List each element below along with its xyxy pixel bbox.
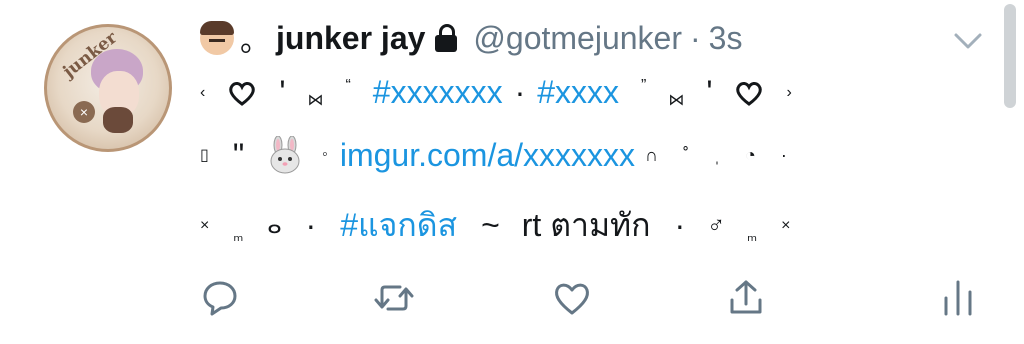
close-bracket: ›	[786, 83, 792, 101]
middle-dot: ·	[674, 207, 686, 243]
lock-icon	[435, 24, 458, 52]
retweet-icon[interactable]	[374, 278, 414, 318]
analytics-icon[interactable]	[938, 278, 978, 318]
display-name[interactable]: junker jay	[276, 20, 425, 57]
quote-mark: '	[279, 74, 286, 110]
separator: ·	[689, 19, 701, 56]
tweet-line-2: ▯ " ◦ imgur.com/a/xxxxxxx ∩ ˚ ˌ ◔ ·	[200, 136, 797, 174]
hashtag-link[interactable]: #แจกดิส	[340, 200, 457, 251]
share-icon[interactable]	[726, 278, 766, 318]
avatar-hand	[103, 107, 133, 133]
scrollbar[interactable]	[1004, 4, 1016, 108]
avatar-x-badge: ×	[73, 101, 95, 123]
heart-outline-icon	[229, 81, 256, 106]
middle-dot: ·	[514, 74, 526, 110]
tweet-text: rt ตามทัก	[521, 207, 651, 243]
bowtie-symbol: ⋈	[668, 91, 685, 109]
small-symbol: ⴰ	[267, 212, 282, 238]
box-symbol: ▯	[200, 147, 209, 164]
cross-symbol: ×	[781, 216, 791, 234]
reply-icon[interactable]	[200, 278, 240, 318]
trailing-symbols: ∩ ˚ ˌ ◔ ·	[645, 144, 797, 165]
tweet-line-3: × ₘ ⴰ · #แจกดิส ~ rt ตามทัก · ♂ ₘ ×	[200, 200, 790, 251]
man-face-emoji-icon	[200, 21, 234, 55]
bowtie-symbol: ⋈	[307, 91, 324, 109]
subscript-m: ₘ	[233, 227, 244, 245]
timestamp[interactable]: 3s	[709, 20, 743, 57]
tweet-line-1: ‹ ' ⋈ “ #xxxxxxx · #xxxx ” ⋈ ' ›	[200, 74, 792, 111]
tilde: ~	[481, 207, 500, 243]
quote-mark: '	[706, 74, 713, 110]
user-handle[interactable]: @gotmejunker	[473, 20, 682, 57]
name-prefix: 。	[240, 25, 270, 58]
hashtag-link[interactable]: #xxxxxxx	[373, 74, 503, 111]
male-symbol: ♂	[707, 211, 726, 239]
rabbit-face-icon	[270, 136, 300, 174]
quote-mark-open: “	[345, 76, 351, 94]
ring-symbol: ◦	[322, 146, 328, 163]
heart-outline-icon	[736, 81, 763, 106]
subscript-m: ₘ	[747, 227, 758, 245]
hashtag-link[interactable]: #xxxx	[537, 74, 619, 111]
quote-mark-close: ”	[641, 76, 647, 94]
open-bracket: ‹	[200, 83, 206, 101]
avatar[interactable]: junker ×	[44, 24, 172, 152]
cross-symbol: ×	[200, 216, 210, 234]
heart-icon[interactable]	[552, 278, 592, 318]
tweet-header: 。 junker jay @gotmejunker · 3s	[200, 16, 742, 60]
imgur-link[interactable]: imgur.com/a/xxxxxxx	[340, 137, 635, 174]
tweet-actions	[0, 270, 1024, 326]
middle-dot: ·	[305, 207, 317, 243]
quote-mark: "	[232, 136, 245, 173]
chevron-down-icon[interactable]	[950, 22, 986, 58]
